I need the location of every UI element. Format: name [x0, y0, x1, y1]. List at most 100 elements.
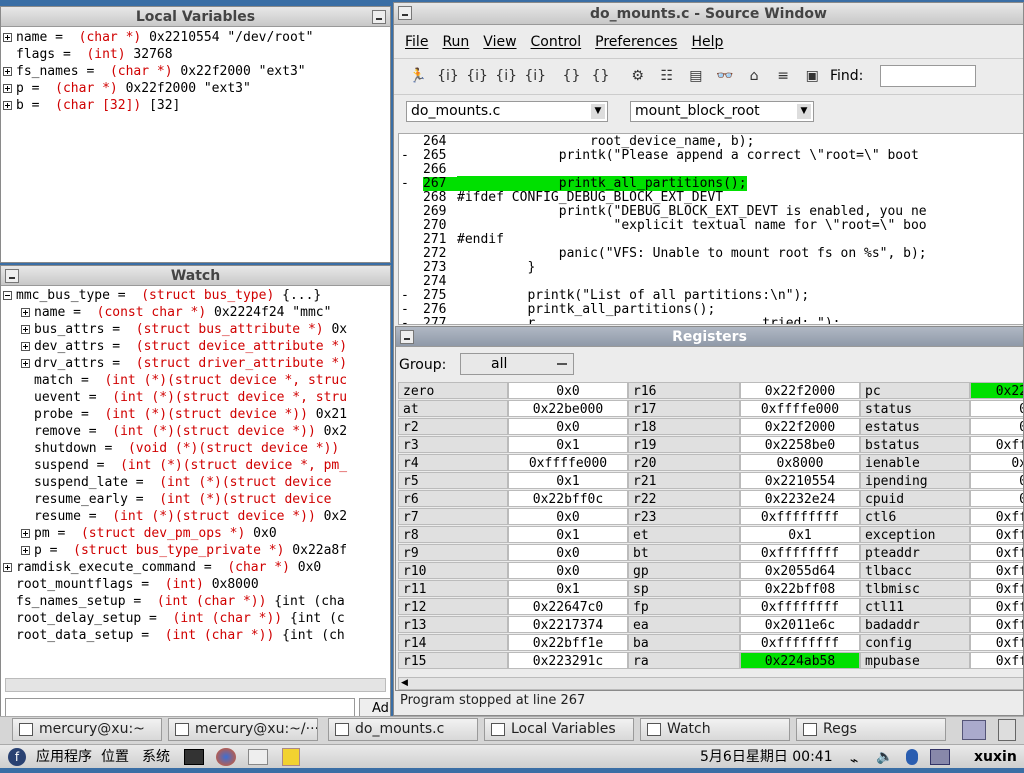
- menu-item[interactable]: View: [483, 34, 516, 50]
- menu-item[interactable]: Run: [442, 34, 469, 50]
- register-value[interactable]: 0xff: [970, 526, 1023, 543]
- register-value[interactable]: 0x: [970, 454, 1023, 471]
- register-value[interactable]: 0x22be000: [508, 400, 628, 417]
- display-icon[interactable]: [930, 749, 950, 765]
- watch-row[interactable]: mmc_bus_type = (struct bus_type) {...}: [3, 287, 388, 304]
- local-var-row[interactable]: b = (char [32]) [32]: [3, 97, 388, 114]
- show-desktop-icon[interactable]: [962, 720, 986, 740]
- memory-icon[interactable]: ▤: [686, 66, 706, 86]
- menu-item[interactable]: Help: [691, 34, 723, 50]
- registers-hscrollbar[interactable]: ◀: [398, 677, 1023, 690]
- code-line[interactable]: -275 printk("List of all partitions:\n")…: [399, 289, 1023, 303]
- home-icon[interactable]: ⌂: [744, 66, 764, 86]
- next-icon[interactable]: {i}: [466, 66, 488, 86]
- expand-icon[interactable]: [21, 342, 30, 351]
- menu-item[interactable]: Control: [531, 34, 582, 50]
- register-value[interactable]: 0xffffe000: [740, 400, 860, 417]
- code-line[interactable]: 266: [399, 163, 1023, 177]
- register-value[interactable]: 0x1: [508, 526, 628, 543]
- expand-icon[interactable]: [3, 101, 12, 110]
- fedora-logo-icon[interactable]: f: [8, 748, 26, 766]
- menu-places[interactable]: 位置: [101, 745, 129, 769]
- register-value[interactable]: 0: [970, 418, 1023, 435]
- local-var-row[interactable]: p = (char *) 0x22f2000 "ext3": [3, 80, 388, 97]
- register-value[interactable]: 0x22: [970, 382, 1023, 399]
- register-value[interactable]: 0xff: [970, 562, 1023, 579]
- expand-icon[interactable]: [21, 325, 30, 334]
- register-value[interactable]: 0x224ab58: [740, 652, 860, 669]
- taskbar-button[interactable]: Local Variables: [484, 718, 634, 741]
- watch-row[interactable]: ramdisk_execute_command = (char *) 0x0: [3, 559, 388, 576]
- code-line[interactable]: 264 root_device_name, b);: [399, 135, 1023, 149]
- register-value[interactable]: 0x223291c: [508, 652, 628, 669]
- register-value[interactable]: 0xff: [970, 508, 1023, 525]
- stepi-icon[interactable]: {}: [561, 66, 581, 86]
- register-value[interactable]: 0x0: [508, 562, 628, 579]
- register-value[interactable]: 0x2258be0: [740, 436, 860, 453]
- menu-item[interactable]: Preferences: [595, 34, 677, 50]
- expand-icon[interactable]: [3, 563, 12, 572]
- register-value[interactable]: 0x1: [508, 472, 628, 489]
- watch-row[interactable]: dev_attrs = (struct device_attribute *): [3, 338, 388, 355]
- code-line[interactable]: -265 printk("Please append a correct \"r…: [399, 149, 1023, 163]
- expand-icon[interactable]: [21, 546, 30, 555]
- register-value[interactable]: 0: [970, 400, 1023, 417]
- watch-row[interactable]: remove = (int (*)(struct device *)) 0x2: [3, 423, 388, 440]
- taskbar-button[interactable]: mercury@xu:~: [12, 718, 162, 741]
- terminal-icon[interactable]: [184, 749, 204, 765]
- volume-icon[interactable]: 🔈: [876, 745, 893, 769]
- expand-icon[interactable]: [3, 84, 12, 93]
- breakpoint-marker[interactable]: -: [399, 289, 423, 303]
- registers-icon[interactable]: ☷: [657, 66, 677, 86]
- menu-applications[interactable]: 应用程序: [36, 745, 92, 769]
- watch-hscrollbar[interactable]: [5, 678, 386, 692]
- expand-icon[interactable]: [3, 33, 12, 42]
- watch-row[interactable]: root_mountflags = (int) 0x8000: [3, 576, 388, 593]
- menu-item[interactable]: File: [405, 34, 428, 50]
- register-value[interactable]: 0x2210554: [740, 472, 860, 489]
- register-value[interactable]: 0x22bff1e: [508, 634, 628, 651]
- breakpoint-marker[interactable]: -: [399, 149, 423, 163]
- minimize-icon[interactable]: [372, 10, 386, 24]
- scroll-left-icon[interactable]: ◀: [401, 678, 408, 688]
- breakpoint-marker[interactable]: -: [399, 317, 423, 325]
- register-value[interactable]: 0xffffe000: [508, 454, 628, 471]
- run-icon[interactable]: 🏃: [408, 66, 428, 86]
- function-select[interactable]: mount_block_root ▼: [630, 101, 814, 122]
- register-value[interactable]: 0xff: [970, 544, 1023, 561]
- register-value[interactable]: 0xff: [970, 616, 1023, 633]
- watch-row[interactable]: match = (int (*)(struct device *, struc: [3, 372, 388, 389]
- watch-add-button[interactable]: Ad: [359, 698, 390, 717]
- register-value[interactable]: 0xff: [970, 580, 1023, 597]
- code-line[interactable]: 274: [399, 275, 1023, 289]
- register-value[interactable]: 0x1: [508, 580, 628, 597]
- register-value[interactable]: 0x1: [740, 526, 860, 543]
- watch-row[interactable]: suspend_late = (int (*)(struct device: [3, 474, 388, 491]
- register-value[interactable]: 0: [970, 490, 1023, 507]
- code-line[interactable]: 271 #endif: [399, 233, 1023, 247]
- watch-row[interactable]: bus_attrs = (struct bus_attribute *) 0x: [3, 321, 388, 338]
- console-icon[interactable]: ▣: [802, 66, 822, 86]
- watch-row[interactable]: suspend = (int (*)(struct device *, pm_: [3, 457, 388, 474]
- expand-icon[interactable]: [21, 359, 30, 368]
- register-value[interactable]: 0x0: [508, 382, 628, 399]
- watch-row[interactable]: p = (struct bus_type_private *) 0x22a8f: [3, 542, 388, 559]
- find-input[interactable]: [880, 65, 976, 87]
- register-value[interactable]: 0x1: [508, 436, 628, 453]
- code-line[interactable]: -276 printk_all_partitions();: [399, 303, 1023, 317]
- watch-row[interactable]: fs_names_setup = (int (char *)) {int (ch…: [3, 593, 388, 610]
- menu-system[interactable]: 系统: [142, 745, 170, 769]
- watch-row[interactable]: pm = (struct dev_pm_ops *) 0x0: [3, 525, 388, 542]
- step-icon[interactable]: {i}: [437, 66, 459, 86]
- bluetooth-icon[interactable]: [906, 749, 918, 765]
- trash-icon[interactable]: [998, 719, 1016, 741]
- nexti-icon[interactable]: {}: [591, 66, 611, 86]
- minimize-icon[interactable]: [5, 269, 19, 283]
- local-var-row[interactable]: flags = (int) 32768: [3, 46, 388, 63]
- register-value[interactable]: 0x22f2000: [740, 418, 860, 435]
- expand-icon[interactable]: [3, 291, 12, 300]
- register-value[interactable]: 0x22f2000: [740, 382, 860, 399]
- file-select[interactable]: do_mounts.c ▼: [406, 101, 608, 122]
- watch-row[interactable]: shutdown = (void (*)(struct device *)): [3, 440, 388, 457]
- expand-icon[interactable]: [3, 67, 12, 76]
